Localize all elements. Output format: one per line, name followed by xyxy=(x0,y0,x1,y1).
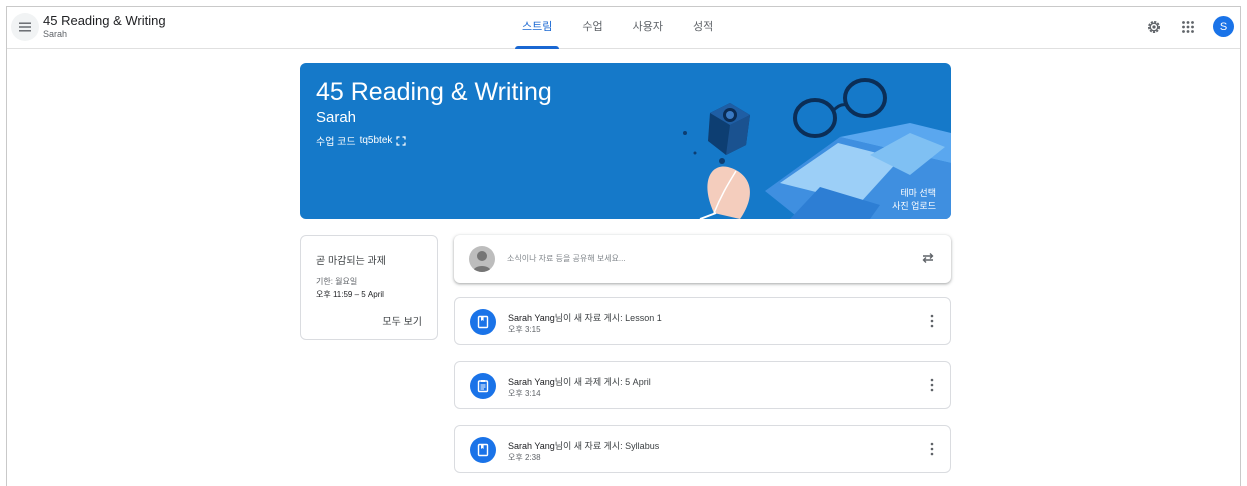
select-theme-link[interactable]: 테마 선택 xyxy=(900,186,936,199)
class-code-label: 수업 코드 xyxy=(316,137,356,148)
classroom-window: 45 Reading & Writing Sarah 스트림 수업 사용자 성적… xyxy=(6,6,1241,486)
hamburger-icon xyxy=(19,22,31,32)
banner-subtitle: Sarah xyxy=(316,109,357,126)
class-section: Sarah xyxy=(43,29,68,39)
account-avatar[interactable]: S xyxy=(1213,16,1234,37)
main-menu-button[interactable] xyxy=(11,13,39,41)
stream-post[interactable]: Sarah Yang님이 새 과제 게시: 5 April 오후 3:14 xyxy=(454,361,951,409)
more-vert-icon[interactable] xyxy=(930,442,934,456)
stream-post[interactable]: Sarah Yang님이 새 자료 게시: Lesson 1 오후 3:15 xyxy=(454,297,951,345)
post-time: 오후 3:14 xyxy=(508,389,541,398)
more-vert-icon[interactable] xyxy=(930,314,934,328)
tab-people[interactable]: 사용자 xyxy=(618,7,678,48)
assignment-icon xyxy=(470,373,496,399)
apps-grid-icon[interactable] xyxy=(1179,18,1197,36)
user-avatar xyxy=(469,246,495,272)
more-vert-icon[interactable] xyxy=(930,378,934,392)
banner-title[interactable]: 45 Reading & Writing xyxy=(316,78,552,107)
post-title: Sarah Yang님이 새 자료 게시: Syllabus xyxy=(508,439,659,452)
class-banner: 45 Reading & Writing Sarah 수업 코드 tq5btek xyxy=(300,63,951,219)
post-time: 오후 3:15 xyxy=(508,325,541,334)
share-placeholder[interactable]: 소식이나 자료 등을 공유해 보세요... xyxy=(507,253,626,264)
upcoming-due-item[interactable]: 오후 11:59 – 5 April xyxy=(316,289,384,300)
material-icon xyxy=(470,309,496,335)
tab-bar: 스트림 수업 사용자 성적 xyxy=(507,7,728,49)
class-code: 수업 코드 tq5btek xyxy=(316,133,407,148)
class-title[interactable]: 45 Reading & Writing xyxy=(43,13,166,28)
post-text: 님이 새 자료 게시: Lesson 1 xyxy=(554,313,662,323)
tab-grades[interactable]: 성적 xyxy=(678,7,728,48)
material-icon xyxy=(470,437,496,463)
person-icon xyxy=(473,251,491,272)
upcoming-due-date: 기한: 월요일 xyxy=(316,277,358,286)
class-code-value: tq5btek xyxy=(359,135,393,146)
fullscreen-icon[interactable] xyxy=(396,135,407,146)
top-bar: 45 Reading & Writing Sarah 스트림 수업 사용자 성적… xyxy=(7,7,1240,49)
post-text: 님이 새 자료 게시: Syllabus xyxy=(554,441,660,451)
upcoming-card: 곧 마감되는 과제 기한: 월요일 오후 11:59 – 5 April 모두 … xyxy=(300,235,438,340)
repost-icon[interactable] xyxy=(920,250,936,266)
post-author: Sarah Yang xyxy=(508,377,555,387)
post-author: Sarah Yang xyxy=(508,313,555,323)
tab-stream[interactable]: 스트림 xyxy=(507,7,567,49)
post-title: Sarah Yang님이 새 자료 게시: Lesson 1 xyxy=(508,311,662,324)
tab-classwork[interactable]: 수업 xyxy=(567,7,617,48)
share-box[interactable]: 소식이나 자료 등을 공유해 보세요... xyxy=(454,235,951,283)
settings-icon[interactable] xyxy=(1145,18,1163,36)
post-text: 님이 새 과제 게시: 5 April xyxy=(554,377,651,387)
post-author: Sarah Yang xyxy=(508,441,555,451)
post-time: 오후 2:38 xyxy=(508,453,541,462)
upcoming-title: 곧 마감되는 과제 xyxy=(316,256,386,267)
post-title: Sarah Yang님이 새 과제 게시: 5 April xyxy=(508,375,651,388)
view-all-link[interactable]: 모두 보기 xyxy=(382,313,422,328)
stream-post[interactable]: Sarah Yang님이 새 자료 게시: Syllabus 오후 2:38 xyxy=(454,425,951,473)
upload-photo-link[interactable]: 사진 업로드 xyxy=(892,199,936,212)
